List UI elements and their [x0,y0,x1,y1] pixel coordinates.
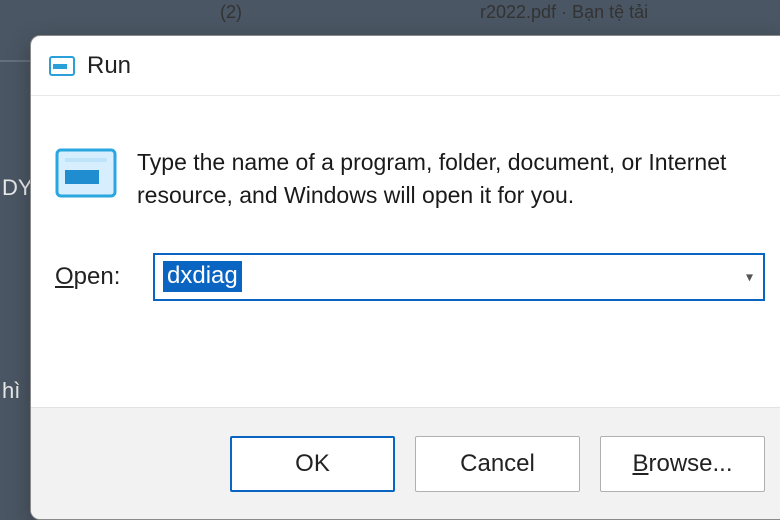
titlebar[interactable]: Run [31,36,780,96]
dialog-title: Run [87,52,131,80]
open-combobox[interactable]: dxdiag ▾ [153,253,765,301]
desktop-text: DY [2,175,33,201]
dialog-description: Type the name of a program, folder, docu… [137,146,765,213]
run-icon [49,56,75,76]
open-row: Open: dxdiag ▾ [31,237,780,329]
browse-button[interactable]: Browse... [600,436,765,492]
run-large-icon [55,148,117,203]
ok-button[interactable]: OK [230,436,395,492]
desktop-text: hì [2,378,20,404]
cancel-button[interactable]: Cancel [415,436,580,492]
dialog-content: Type the name of a program, folder, docu… [31,96,780,237]
desktop-text: r2022.pdf · Bạn tệ tải [480,2,648,23]
open-input-value[interactable]: dxdiag [163,261,242,291]
desktop-text: (2) [220,2,242,23]
dialog-footer: OK Cancel Browse... [31,407,780,519]
chevron-down-icon[interactable]: ▾ [746,268,753,285]
run-dialog: Run Type the name of a program, folder, … [30,35,780,520]
open-label: Open: [55,263,135,291]
